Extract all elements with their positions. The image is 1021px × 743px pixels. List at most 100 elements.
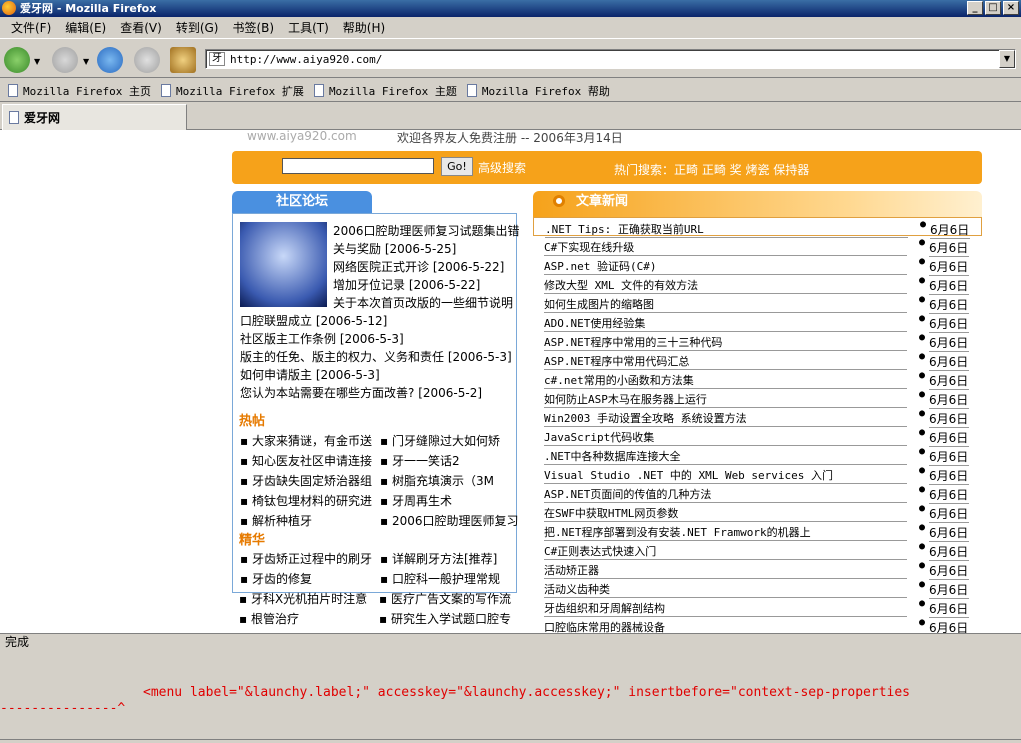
news-item-title[interactable]: 如何防止ASP木马在服务器上运行 <box>544 391 907 408</box>
hot-post[interactable]: ▪ 大家来猜谜，有金币送 <box>240 432 372 449</box>
address-dropdown-icon[interactable]: ▼ <box>999 50 1015 68</box>
news-item[interactable]: .NET Tips: 正确获取当前URL ● 6月6日 <box>533 217 982 239</box>
news-item[interactable]: ASP.NET程序中常用代码汇总 ● 6月6日 <box>533 350 982 371</box>
news-item-title[interactable]: ASP.NET程序中常用代码汇总 <box>544 353 907 370</box>
forward-dropdown-icon[interactable]: ▼ <box>83 57 89 66</box>
hot-post[interactable]: ▪ 牙一一笑话2 <box>380 452 460 469</box>
news-item[interactable]: C#下实现在线升级 ● 6月6日 <box>533 236 982 257</box>
forum-post[interactable]: 社区版主工作条例 [2006-5-3] <box>240 330 404 347</box>
news-item[interactable]: c#.net常用的小函数和方法集 ● 6月6日 <box>533 369 982 390</box>
news-item[interactable]: ASP.net 验证码(C#) ● 6月6日 <box>533 255 982 276</box>
news-item-title[interactable]: 在SWF中获取HTML网页参数 <box>544 505 907 522</box>
tab-aiya[interactable]: 爱牙网 <box>2 104 187 130</box>
news-item[interactable]: ASP.NET程序中常用的三十三种代码 ● 6月6日 <box>533 331 982 352</box>
news-item[interactable]: 修改大型 XML 文件的有效方法 ● 6月6日 <box>533 274 982 295</box>
news-item-title[interactable]: JavaScript代码收集 <box>544 429 907 446</box>
menu-tools[interactable]: 工具(T) <box>281 19 336 36</box>
search-input[interactable] <box>282 158 434 174</box>
best-post[interactable]: ▪ 牙齿矫正过程中的刷牙 <box>240 550 372 567</box>
menu-bookmarks[interactable]: 书签(B) <box>225 19 281 36</box>
news-item-title[interactable]: 把.NET程序部署到没有安装.NET Framwork的机器上 <box>544 524 907 541</box>
news-item-title[interactable]: Win2003 手动设置全攻略 系统设置方法 <box>544 410 907 427</box>
menu-go[interactable]: 转到(G) <box>169 19 226 36</box>
forum-post[interactable]: 您认为本站需要在哪些方面改善? [2006-5-2] <box>240 384 482 401</box>
forward-arrow-icon[interactable] <box>52 47 78 73</box>
news-item-title[interactable]: ASP.NET程序中常用的三十三种代码 <box>544 334 907 351</box>
news-item[interactable]: 牙齿组织和牙周解剖结构 ● 6月6日 <box>533 597 982 618</box>
news-item-title[interactable]: 口腔临床常用的器械设备 <box>544 619 907 633</box>
news-item-title[interactable]: 牙齿组织和牙周解剖结构 <box>544 600 907 617</box>
news-item-title[interactable]: 如何生成图片的缩略图 <box>544 296 907 313</box>
forum-post[interactable]: 增加牙位记录 [2006-5-22] <box>333 276 480 293</box>
menu-file[interactable]: 文件(F) <box>4 19 58 36</box>
menu-edit[interactable]: 编辑(E) <box>58 19 113 36</box>
news-item-title[interactable]: ASP.NET页面间的传值的几种方法 <box>544 486 907 503</box>
news-item-title[interactable]: 活动矫正器 <box>544 562 907 579</box>
best-post[interactable]: ▪ 根管治疗 <box>239 610 299 627</box>
news-item[interactable]: ADO.NET使用经验集 ● 6月6日 <box>533 312 982 333</box>
news-item-title[interactable]: C#正则表达式快速入门 <box>544 543 907 560</box>
news-item[interactable]: Visual Studio .NET 中的 XML Web services 入… <box>533 464 982 485</box>
news-item[interactable]: Win2003 手动设置全攻略 系统设置方法 ● 6月6日 <box>533 407 982 428</box>
hot-post[interactable]: ▪ 椅钛包埋材料的研究进 <box>240 492 372 509</box>
best-post[interactable]: ▪ 研究生入学试题口腔专 <box>379 610 511 627</box>
back-dropdown-icon[interactable]: ▼ <box>34 57 40 66</box>
minimize-button[interactable]: _ <box>967 1 983 15</box>
best-post[interactable]: ▪ 口腔科一般护理常规 <box>380 570 500 587</box>
forum-post[interactable]: 版主的任免、版主的权力、义务和责任 [2006-5-3] <box>240 348 512 365</box>
bookmark-item[interactable]: Mozilla Firefox 主页 <box>8 83 151 99</box>
forum-post[interactable]: 如何申请版主 [2006-5-3] <box>240 366 380 383</box>
address-url[interactable]: http://www.aiya920.com/ <box>230 53 382 66</box>
search-go-button[interactable]: Go! <box>441 157 473 176</box>
news-item[interactable]: C#正则表达式快速入门 ● 6月6日 <box>533 540 982 561</box>
news-item-title[interactable]: ASP.net 验证码(C#) <box>544 258 907 275</box>
news-item[interactable]: ASP.NET页面间的传值的几种方法 ● 6月6日 <box>533 483 982 504</box>
address-bar[interactable]: 牙 http://www.aiya920.com/ ▼ <box>205 49 1016 69</box>
home-icon[interactable] <box>170 47 196 73</box>
back-arrow-icon[interactable] <box>4 47 30 73</box>
news-item[interactable]: 如何防止ASP木马在服务器上运行 ● 6月6日 <box>533 388 982 409</box>
news-item-title[interactable]: .NET中各种数据库连接大全 <box>544 448 907 465</box>
bookmark-item[interactable]: Mozilla Firefox 主题 <box>313 83 457 99</box>
news-item-title[interactable]: Visual Studio .NET 中的 XML Web services 入… <box>544 467 907 484</box>
best-post[interactable]: ▪ 牙科X光机拍片时注意 <box>239 590 367 607</box>
news-item[interactable]: .NET中各种数据库连接大全 ● 6月6日 <box>533 445 982 466</box>
news-item-title[interactable]: ADO.NET使用经验集 <box>544 315 907 332</box>
news-item-title[interactable]: c#.net常用的小函数和方法集 <box>544 372 907 389</box>
hot-post[interactable]: ▪ 牙齿缺失固定矫治器组 <box>240 472 372 489</box>
forum-post[interactable]: 网络医院正式开诊 [2006-5-22] <box>333 258 504 275</box>
hot-post[interactable]: ▪ 牙周再生术 <box>380 492 452 509</box>
best-post[interactable]: ▪ 牙齿的修复 <box>240 570 312 587</box>
best-post[interactable]: ▪ 医疗广告文案的写作流 <box>379 590 511 607</box>
maximize-button[interactable]: □ <box>985 1 1001 15</box>
news-item[interactable]: 口腔临床常用的器械设备 ● 6月6日 <box>533 616 982 633</box>
forum-post[interactable]: 2006口腔助理医师复习试题集出错 <box>333 222 520 239</box>
news-item[interactable]: 在SWF中获取HTML网页参数 ● 6月6日 <box>533 502 982 523</box>
advanced-search-link[interactable]: 高级搜索 <box>478 159 526 176</box>
best-post[interactable]: ▪ 详解刷牙方法[推荐] <box>380 550 497 567</box>
forum-post[interactable]: 关于本次首页改版的一些细节说明 <box>333 294 513 311</box>
close-button[interactable]: × <box>1003 1 1019 15</box>
reload-icon[interactable] <box>97 47 123 73</box>
bookmark-item[interactable]: Mozilla Firefox 扩展 <box>160 83 304 99</box>
news-item[interactable]: 把.NET程序部署到没有安装.NET Framwork的机器上 ● 6月6日 <box>533 521 982 542</box>
stop-icon[interactable] <box>134 47 160 73</box>
news-item[interactable]: 如何生成图片的缩略图 ● 6月6日 <box>533 293 982 314</box>
hot-search-text[interactable]: 热门搜索：正畸 正畸 奖 烤瓷 保持器 <box>614 161 809 178</box>
hot-post[interactable]: ▪ 树脂充填演示（3M <box>380 472 494 489</box>
bookmark-item[interactable]: Mozilla Firefox 帮助 <box>466 83 610 99</box>
forum-post[interactable]: 口腔联盟成立 [2006-5-12] <box>240 312 387 329</box>
news-item[interactable]: 活动义齿种类 ● 6月6日 <box>533 578 982 599</box>
hot-post[interactable]: ▪ 解析种植牙 <box>240 512 312 529</box>
news-item-title[interactable]: 修改大型 XML 文件的有效方法 <box>544 277 907 294</box>
menu-help[interactable]: 帮助(H) <box>336 19 392 36</box>
news-item[interactable]: 活动矫正器 ● 6月6日 <box>533 559 982 580</box>
news-item-title[interactable]: C#下实现在线升级 <box>544 239 907 256</box>
hot-post[interactable]: ▪ 门牙缝隙过大如何矫 <box>380 432 500 449</box>
news-item[interactable]: JavaScript代码收集 ● 6月6日 <box>533 426 982 447</box>
forum-post[interactable]: 关与奖励 [2006-5-25] <box>333 240 456 257</box>
news-item-title[interactable]: 活动义齿种类 <box>544 581 907 598</box>
hot-post[interactable]: ▪ 2006口腔助理医师复习 <box>380 512 519 529</box>
hot-post[interactable]: ▪ 知心医友社区申请连接 <box>240 452 372 469</box>
menu-view[interactable]: 查看(V) <box>113 19 169 36</box>
